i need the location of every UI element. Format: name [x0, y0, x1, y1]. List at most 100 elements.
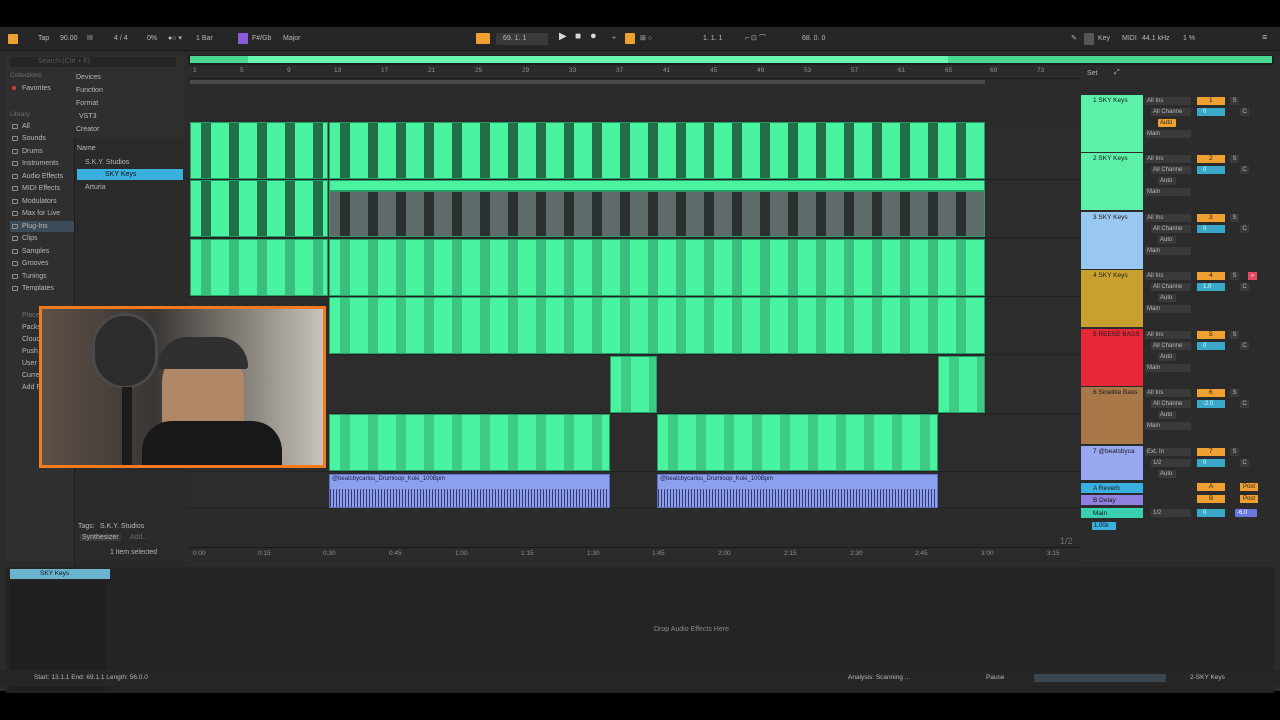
- loop-controls-icon[interactable]: ⊞ ○: [640, 35, 652, 43]
- input-channel[interactable]: All Channe: [1151, 283, 1191, 291]
- midi-clip[interactable]: [190, 180, 328, 237]
- page-indicator[interactable]: 1/2: [1060, 536, 1073, 546]
- browser-search[interactable]: Search (Ctrl + F): [10, 57, 176, 67]
- selected-track[interactable]: 2-SKY Keys: [1190, 674, 1225, 681]
- midi-clip[interactable]: [329, 239, 985, 296]
- input-channel[interactable]: All Channe: [1151, 342, 1191, 350]
- return-post[interactable]: Post: [1240, 483, 1258, 491]
- loop-start[interactable]: 1. 1. 1: [703, 35, 722, 43]
- midi-map-label[interactable]: MIDI: [1122, 35, 1137, 43]
- track-header[interactable]: 1 SKY Keys: [1081, 95, 1143, 152]
- library-all[interactable]: All: [10, 121, 74, 132]
- library-grooves[interactable]: Grooves: [10, 258, 74, 269]
- overdub-icon[interactable]: [625, 33, 635, 44]
- tree-arturia[interactable]: Arturia: [85, 184, 106, 191]
- monitor-auto[interactable]: Auto: [1158, 119, 1176, 127]
- monitor-auto[interactable]: Auto: [1158, 294, 1176, 302]
- track-header[interactable]: 4 SKY Keys: [1081, 270, 1143, 327]
- filter-devices[interactable]: Devices: [76, 74, 101, 81]
- filter-vst3[interactable]: VST3: [79, 113, 97, 120]
- arrangement-record-icon[interactable]: [476, 33, 490, 44]
- return-post[interactable]: Post: [1240, 495, 1258, 503]
- arrangement-overview[interactable]: [188, 55, 1274, 65]
- track-activator[interactable]: 7: [1197, 448, 1225, 456]
- pan-knob[interactable]: C: [1240, 108, 1249, 116]
- audio-clip[interactable]: @beatsbycarlos_Drumloop_Koki_100Bpm: [329, 474, 610, 508]
- time-ruler[interactable]: 0:00 0:15 0:30 0:45 1:00 1:15 1:30 1:45 …: [188, 547, 1080, 559]
- solo-button[interactable]: S: [1230, 272, 1239, 280]
- monitor-auto[interactable]: Auto: [1158, 177, 1176, 185]
- input-type[interactable]: All Ins: [1145, 97, 1191, 105]
- pencil-icon[interactable]: ✎: [1071, 35, 1077, 43]
- arrangement-zoom-icon[interactable]: ⤢: [1114, 69, 1120, 77]
- library-templates[interactable]: Templates: [10, 283, 74, 294]
- library-plug-ins[interactable]: Plug-Ins: [10, 221, 74, 232]
- stop-icon[interactable]: ■: [575, 32, 581, 42]
- midi-clip[interactable]: [610, 356, 657, 413]
- scale-select[interactable]: Major: [283, 35, 301, 43]
- input-channel[interactable]: 1/2: [1151, 459, 1191, 467]
- library-instruments[interactable]: Instruments: [10, 158, 74, 169]
- monitor-auto[interactable]: Auto: [1158, 353, 1176, 361]
- track-header[interactable]: 3 SKY Keys: [1081, 212, 1143, 269]
- tap-button[interactable]: Tap: [38, 35, 49, 43]
- link-icon[interactable]: [8, 34, 18, 44]
- return-activator[interactable]: B: [1197, 495, 1225, 503]
- input-type[interactable]: All Ins: [1145, 214, 1191, 222]
- midi-clip[interactable]: [329, 297, 985, 354]
- drop-effects-hint[interactable]: Drop Audio Effects Here: [654, 626, 729, 633]
- audio-clip[interactable]: @beatsbycarlos_Drumloop_Koki_100Bpm: [657, 474, 938, 508]
- track-activator[interactable]: 4: [1197, 272, 1225, 280]
- library-sounds[interactable]: Sounds: [10, 133, 74, 144]
- solo-button[interactable]: S: [1230, 214, 1239, 222]
- output-routing[interactable]: Main: [1145, 305, 1191, 313]
- midi-clip[interactable]: [329, 122, 985, 179]
- draw-mode-icon[interactable]: ⌐ ⊡ ⌒: [745, 35, 766, 43]
- track-header[interactable]: 6 Sinelike Bass: [1081, 387, 1143, 444]
- input-type[interactable]: All Ins: [1145, 389, 1191, 397]
- library-max-for-live[interactable]: Max for Live: [10, 208, 74, 219]
- time-signature[interactable]: 4 / 4: [114, 35, 128, 43]
- input-channel[interactable]: All Channe: [1151, 108, 1191, 116]
- input-channel[interactable]: All Channe: [1151, 166, 1191, 174]
- arm-button[interactable]: ●: [1248, 272, 1257, 280]
- zoom-level[interactable]: 1.00x: [1092, 522, 1116, 530]
- input-channel[interactable]: All Channe: [1151, 400, 1191, 408]
- record-icon[interactable]: ●: [590, 31, 597, 42]
- name-column-header[interactable]: Name: [77, 145, 96, 152]
- track-header[interactable]: 7 @beatsbyca: [1081, 446, 1143, 480]
- track-activator[interactable]: 3: [1197, 214, 1225, 222]
- volume-field[interactable]: 1.0: [1197, 283, 1225, 291]
- pan-knob[interactable]: C: [1240, 225, 1249, 233]
- solo-button[interactable]: S: [1230, 97, 1239, 105]
- monitor-auto[interactable]: Auto: [1158, 470, 1176, 478]
- master-header[interactable]: Main: [1081, 508, 1143, 518]
- midi-clip[interactable]: [190, 122, 328, 179]
- add-tag[interactable]: Add...: [130, 534, 148, 541]
- output-routing[interactable]: Main: [1145, 188, 1191, 196]
- library-samples[interactable]: Samples: [10, 246, 74, 257]
- pause-button[interactable]: Pause: [986, 674, 1004, 681]
- solo-button[interactable]: S: [1230, 155, 1239, 163]
- key-map-icon[interactable]: [1084, 33, 1094, 45]
- pan-knob[interactable]: C: [1240, 400, 1249, 408]
- solo-button[interactable]: S: [1230, 389, 1239, 397]
- return-header[interactable]: A Reverb: [1081, 483, 1143, 493]
- output-routing[interactable]: Main: [1145, 422, 1191, 430]
- midi-clip-selected[interactable]: [329, 191, 985, 237]
- solo-button[interactable]: S: [1230, 331, 1239, 339]
- volume-field[interactable]: 0: [1197, 342, 1225, 350]
- midi-clip[interactable]: [190, 239, 328, 296]
- master-output[interactable]: 1/2: [1151, 509, 1191, 517]
- pan-knob[interactable]: C: [1240, 283, 1249, 291]
- input-type[interactable]: All Ins: [1145, 155, 1191, 163]
- automation-arm-icon[interactable]: +: [612, 35, 616, 43]
- volume-field[interactable]: 0: [1197, 166, 1225, 174]
- pan-knob[interactable]: C: [1240, 342, 1249, 350]
- library-midi-effects[interactable]: MIDI Effects: [10, 183, 74, 194]
- library-drums[interactable]: Drums: [10, 146, 74, 157]
- volume-field[interactable]: 0: [1197, 225, 1225, 233]
- output-routing[interactable]: Main: [1145, 130, 1191, 138]
- midi-clip[interactable]: [938, 356, 985, 413]
- tempo-field[interactable]: 90.00: [60, 35, 78, 43]
